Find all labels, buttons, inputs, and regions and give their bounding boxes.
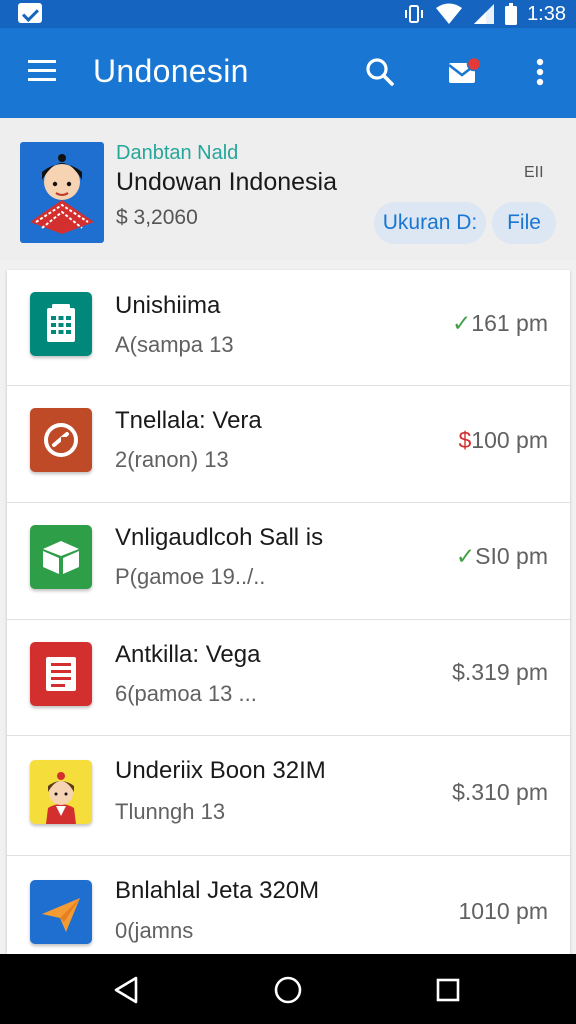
account-name: Undowan Indonesia <box>116 168 337 196</box>
avatar <box>20 142 104 243</box>
list-item[interactable]: Unishiima A(sampa 13 ✓161 pm <box>7 270 570 386</box>
list-item[interactable]: Bnlahlal Jeta 320M 0(jamns 1010 pm <box>7 856 570 954</box>
item-subtitle: 6(pamoa 13 ... <box>115 681 257 706</box>
item-amount: ✓161 pm <box>452 310 548 337</box>
navigation-bar <box>0 954 576 1024</box>
transaction-list: Unishiima A(sampa 13 ✓161 pm Tnellala: V… <box>7 270 570 954</box>
item-amount: 1010 pm <box>458 898 548 925</box>
calendar-table-icon <box>30 292 92 356</box>
item-amount-value: 161 pm <box>471 310 548 336</box>
item-amount-value: $.319 pm <box>452 659 548 685</box>
chip-file[interactable]: File <box>492 202 556 244</box>
search-icon[interactable] <box>364 54 396 90</box>
list-item[interactable]: Antkilla: Vega 6(pamoa 13 ... $.319 pm <box>7 620 570 736</box>
back-icon[interactable] <box>110 972 142 1008</box>
item-title: Antkilla: Vega <box>115 641 261 668</box>
item-amount-value: 1010 pm <box>458 898 548 924</box>
list-item[interactable]: Vnligaudlcoh Sall is P(gamoe 19../.. ✓SI… <box>7 503 570 620</box>
gauge-icon <box>30 408 92 472</box>
item-amount: $.310 pm <box>452 779 548 806</box>
list-item[interactable]: Tnellala: Vera 2(ranon) 13 $100 pm <box>7 386 570 503</box>
item-amount-value: 100 pm <box>471 427 548 453</box>
notification-icon <box>18 3 42 23</box>
item-amount: ✓SI0 pm <box>456 543 548 570</box>
person-avatar-icon <box>30 154 94 234</box>
item-title: Bnlahlal Jeta 320M <box>115 877 320 904</box>
signal-icon <box>474 4 495 24</box>
item-amount: $100 pm <box>458 427 548 454</box>
item-subtitle: P(gamoe 19../.. <box>115 564 266 589</box>
more-vert-icon[interactable] <box>530 54 550 90</box>
vibrate-icon <box>405 5 424 23</box>
item-title: Underiix Boon 32IM <box>115 757 326 784</box>
item-amount-value: $.310 pm <box>452 779 548 805</box>
wifi-icon <box>436 3 463 24</box>
account-corner-label: EII <box>524 164 544 181</box>
app-bar: Undonesin <box>0 28 576 118</box>
item-amount-prefix: ✓ <box>455 543 476 569</box>
chip-ukuran[interactable]: Ukuran D: <box>374 202 486 244</box>
status-bar: 1:38 <box>0 0 576 28</box>
account-subtitle: Danbtan Nald <box>116 142 239 164</box>
item-amount-value: SI0 pm <box>475 543 548 569</box>
account-balance: $ 3,2060 <box>116 206 198 229</box>
status-time: 1:38 <box>527 2 566 25</box>
account-card[interactable]: Danbtan Nald Undowan Indonesia $ 3,2060 … <box>0 118 576 260</box>
status-icons: 1:38 <box>403 0 566 28</box>
item-title: Unishiima <box>115 292 221 319</box>
home-icon[interactable] <box>270 972 306 1008</box>
notification-badge-icon[interactable] <box>446 54 484 90</box>
item-amount: $.319 pm <box>452 659 548 686</box>
item-amount-prefix: ✓ <box>452 310 472 336</box>
send-plane-icon <box>30 880 92 944</box>
item-title: Tnellala: Vera <box>115 407 262 434</box>
item-subtitle: 2(ranon) 13 <box>115 447 229 472</box>
app-title: Undonesin <box>93 53 249 89</box>
item-subtitle: Tlunngh 13 <box>115 799 226 824</box>
list-item[interactable]: Underiix Boon 32IM Tlunngh 13 $.310 pm <box>7 736 570 856</box>
item-subtitle: A(sampa 13 <box>115 332 234 357</box>
item-amount-prefix: $ <box>458 427 472 453</box>
document-icon <box>30 642 92 706</box>
recents-icon[interactable] <box>432 972 464 1008</box>
item-subtitle: 0(jamns <box>115 918 194 943</box>
battery-icon <box>505 3 518 25</box>
menu-icon[interactable] <box>28 60 58 86</box>
box-icon <box>30 525 92 589</box>
item-title: Vnligaudlcoh Sall is <box>115 524 324 551</box>
person-avatar-icon <box>30 760 92 824</box>
